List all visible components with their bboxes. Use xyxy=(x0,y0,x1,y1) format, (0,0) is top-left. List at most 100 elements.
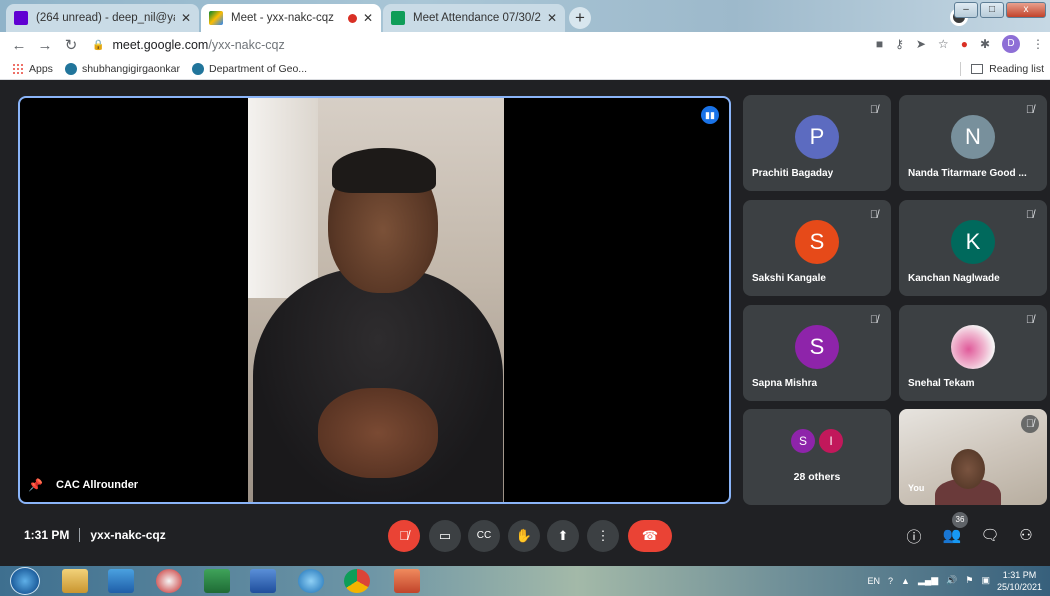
avatar: P xyxy=(795,115,839,159)
system-clock[interactable]: 1:31 PM 25/10/2021 xyxy=(997,569,1042,593)
close-tab-icon[interactable]: ✕ xyxy=(547,11,557,25)
speaking-indicator-icon: ▮▮ xyxy=(701,106,719,124)
avatar: S xyxy=(791,429,815,453)
excel-icon[interactable] xyxy=(204,569,230,593)
star-icon[interactable]: ☆ xyxy=(938,37,949,51)
tab-title: (264 unread) - deep_nil@yahoo.c xyxy=(36,12,175,24)
captions-button[interactable]: CC xyxy=(468,520,500,552)
tab-meet[interactable]: Meet - yxx-nakc-cqz ✕ xyxy=(201,4,381,32)
participant-tile[interactable]: 🎙̸ K Kanchan Naglwade xyxy=(899,200,1047,296)
close-window-button[interactable]: x xyxy=(1006,2,1046,18)
recording-indicator-icon xyxy=(347,13,357,23)
meeting-details-icon[interactable]: ⓘ xyxy=(904,526,924,547)
system-tray: EN ? ▲ ▂▄▆ 🔊 ⚑ ▣ xyxy=(868,575,991,586)
close-tab-icon[interactable]: ✕ xyxy=(363,11,373,25)
main-speaker-name: CAC Allrounder xyxy=(56,479,139,491)
close-tab-icon[interactable]: ✕ xyxy=(181,11,191,25)
bookmark-apps[interactable]: Apps xyxy=(12,62,53,75)
present-screen-button[interactable]: ⬆ xyxy=(547,520,579,552)
send-icon[interactable]: ➤ xyxy=(916,37,926,51)
mic-off-icon: 🎙̸ xyxy=(869,209,879,221)
mic-off-icon: 🎙̸ xyxy=(869,314,879,326)
clock-date: 25/10/2021 xyxy=(996,582,1042,592)
microphone-toggle-button[interactable]: 🎙̸ xyxy=(388,520,420,552)
app-icon[interactable] xyxy=(394,569,420,593)
self-view-tile[interactable]: 🎙̸ You xyxy=(899,409,1047,505)
others-tile[interactable]: S I 28 others xyxy=(743,409,891,505)
help-icon[interactable]: ? xyxy=(888,576,893,586)
meet-stage: ▮▮ 📌 CAC Allrounder 🎙̸ P Prachiti Bagada… xyxy=(0,81,1050,566)
file-explorer-icon[interactable] xyxy=(62,569,88,593)
key-icon[interactable]: ⚷ xyxy=(895,37,904,51)
more-menu-icon[interactable]: ⋮ xyxy=(1032,37,1044,51)
participant-tile[interactable]: 🎙̸ S Sapna Mishra xyxy=(743,305,891,401)
toolbar-icons: ■ ⚷ ➤ ☆ ● ✱ D ⋮ xyxy=(876,35,1044,53)
app-icon[interactable] xyxy=(156,569,182,593)
tab-meet-attendance[interactable]: Meet Attendance 07/30/2021 - C ✕ xyxy=(383,4,565,32)
lock-icon[interactable]: 🔒 xyxy=(92,40,104,51)
chrome-icon[interactable] xyxy=(344,569,370,593)
sheets-icon xyxy=(391,11,405,25)
address-bar: ← → ↻ 🔒 meet.google.com /yxx-nakc-cqz ■ … xyxy=(0,32,1050,58)
chat-icon[interactable]: 🗨 xyxy=(980,526,1000,544)
power-icon[interactable]: ▣ xyxy=(981,575,990,586)
activities-icon[interactable]: ⚇ xyxy=(1016,526,1036,544)
participant-name: Nanda Titarmare Good ... xyxy=(908,168,1027,179)
camera-toggle-button[interactable]: ▭ xyxy=(429,520,461,552)
avatar: I xyxy=(819,429,843,453)
more-options-button[interactable]: ⋮ xyxy=(587,520,619,552)
url-host: meet.google.com xyxy=(112,38,209,52)
forward-icon[interactable]: → xyxy=(32,37,58,54)
meeting-code: yxx-nakc-cqz xyxy=(90,528,166,542)
meet-icon xyxy=(209,11,223,25)
others-count: 28 others xyxy=(793,471,841,483)
participant-name: Snehal Tekam xyxy=(908,378,975,389)
volume-icon[interactable]: 🔊 xyxy=(946,575,957,586)
show-hidden-icons[interactable]: ▲ xyxy=(901,576,910,586)
internet-explorer-icon[interactable] xyxy=(298,569,324,593)
media-player-icon[interactable] xyxy=(108,569,134,593)
reading-list[interactable]: Reading list xyxy=(960,61,1044,76)
people-icon[interactable]: 👥 xyxy=(942,526,962,544)
tab-title: Meet - yxx-nakc-cqz xyxy=(231,12,334,24)
participant-tile[interactable]: 🎙̸ P Prachiti Bagaday xyxy=(743,95,891,191)
puzzle-icon[interactable]: ✱ xyxy=(980,37,990,51)
wordpress-icon xyxy=(192,62,205,75)
main-speaker-tile[interactable]: ▮▮ 📌 CAC Allrounder xyxy=(18,96,731,504)
mic-off-icon: 🎙̸ xyxy=(1021,415,1039,433)
mic-off-icon: 🎙̸ xyxy=(1025,104,1035,116)
mic-off-icon: 🎙̸ xyxy=(1025,314,1035,326)
url-path: /yxx-nakc-cqz xyxy=(208,38,285,52)
network-icon[interactable]: ▂▄▆ xyxy=(918,575,938,586)
bookmark-department[interactable]: Department of Geo... xyxy=(192,62,307,75)
windows-taskbar: EN ? ▲ ▂▄▆ 🔊 ⚑ ▣ 1:31 PM 25/10/2021 xyxy=(0,566,1050,596)
extension-icon[interactable]: ● xyxy=(961,37,968,51)
url-field[interactable]: 🔒 meet.google.com /yxx-nakc-cqz xyxy=(92,35,285,55)
language-indicator[interactable]: EN xyxy=(868,576,881,586)
participant-name: Kanchan Naglwade xyxy=(908,273,1000,284)
minimize-button[interactable]: – xyxy=(954,2,978,18)
pin-icon[interactable]: 📌 xyxy=(28,478,43,492)
participant-name: Prachiti Bagaday xyxy=(752,168,834,179)
flag-icon[interactable]: ⚑ xyxy=(965,575,973,586)
browser-tab-strip: (264 unread) - deep_nil@yahoo.c ✕ Meet -… xyxy=(0,0,1050,32)
apps-grid-icon xyxy=(12,62,24,75)
word-icon[interactable] xyxy=(250,569,276,593)
participant-tile[interactable]: 🎙̸ Snehal Tekam xyxy=(899,305,1047,401)
camera-icon[interactable]: ■ xyxy=(876,37,883,51)
start-button[interactable] xyxy=(10,567,40,595)
reload-icon[interactable]: ↻ xyxy=(58,36,84,54)
back-icon[interactable]: ← xyxy=(6,37,32,54)
bookmark-label: shubhangigirgaonkar xyxy=(81,62,181,75)
profile-avatar[interactable]: D xyxy=(1002,35,1020,53)
bookmark-shubhangi[interactable]: shubhangigirgaonkar xyxy=(64,62,181,75)
avatar xyxy=(951,325,995,369)
tab-yahoo-mail[interactable]: (264 unread) - deep_nil@yahoo.c ✕ xyxy=(6,4,199,32)
leave-call-button[interactable]: ☎ xyxy=(628,520,672,552)
raise-hand-button[interactable]: ✋ xyxy=(508,520,540,552)
maximize-button[interactable]: □ xyxy=(980,2,1004,18)
new-tab-button[interactable]: + xyxy=(569,7,591,29)
participant-tile[interactable]: 🎙̸ S Sakshi Kangale xyxy=(743,200,891,296)
avatar: N xyxy=(951,115,995,159)
participant-tile[interactable]: 🎙̸ N Nanda Titarmare Good ... xyxy=(899,95,1047,191)
